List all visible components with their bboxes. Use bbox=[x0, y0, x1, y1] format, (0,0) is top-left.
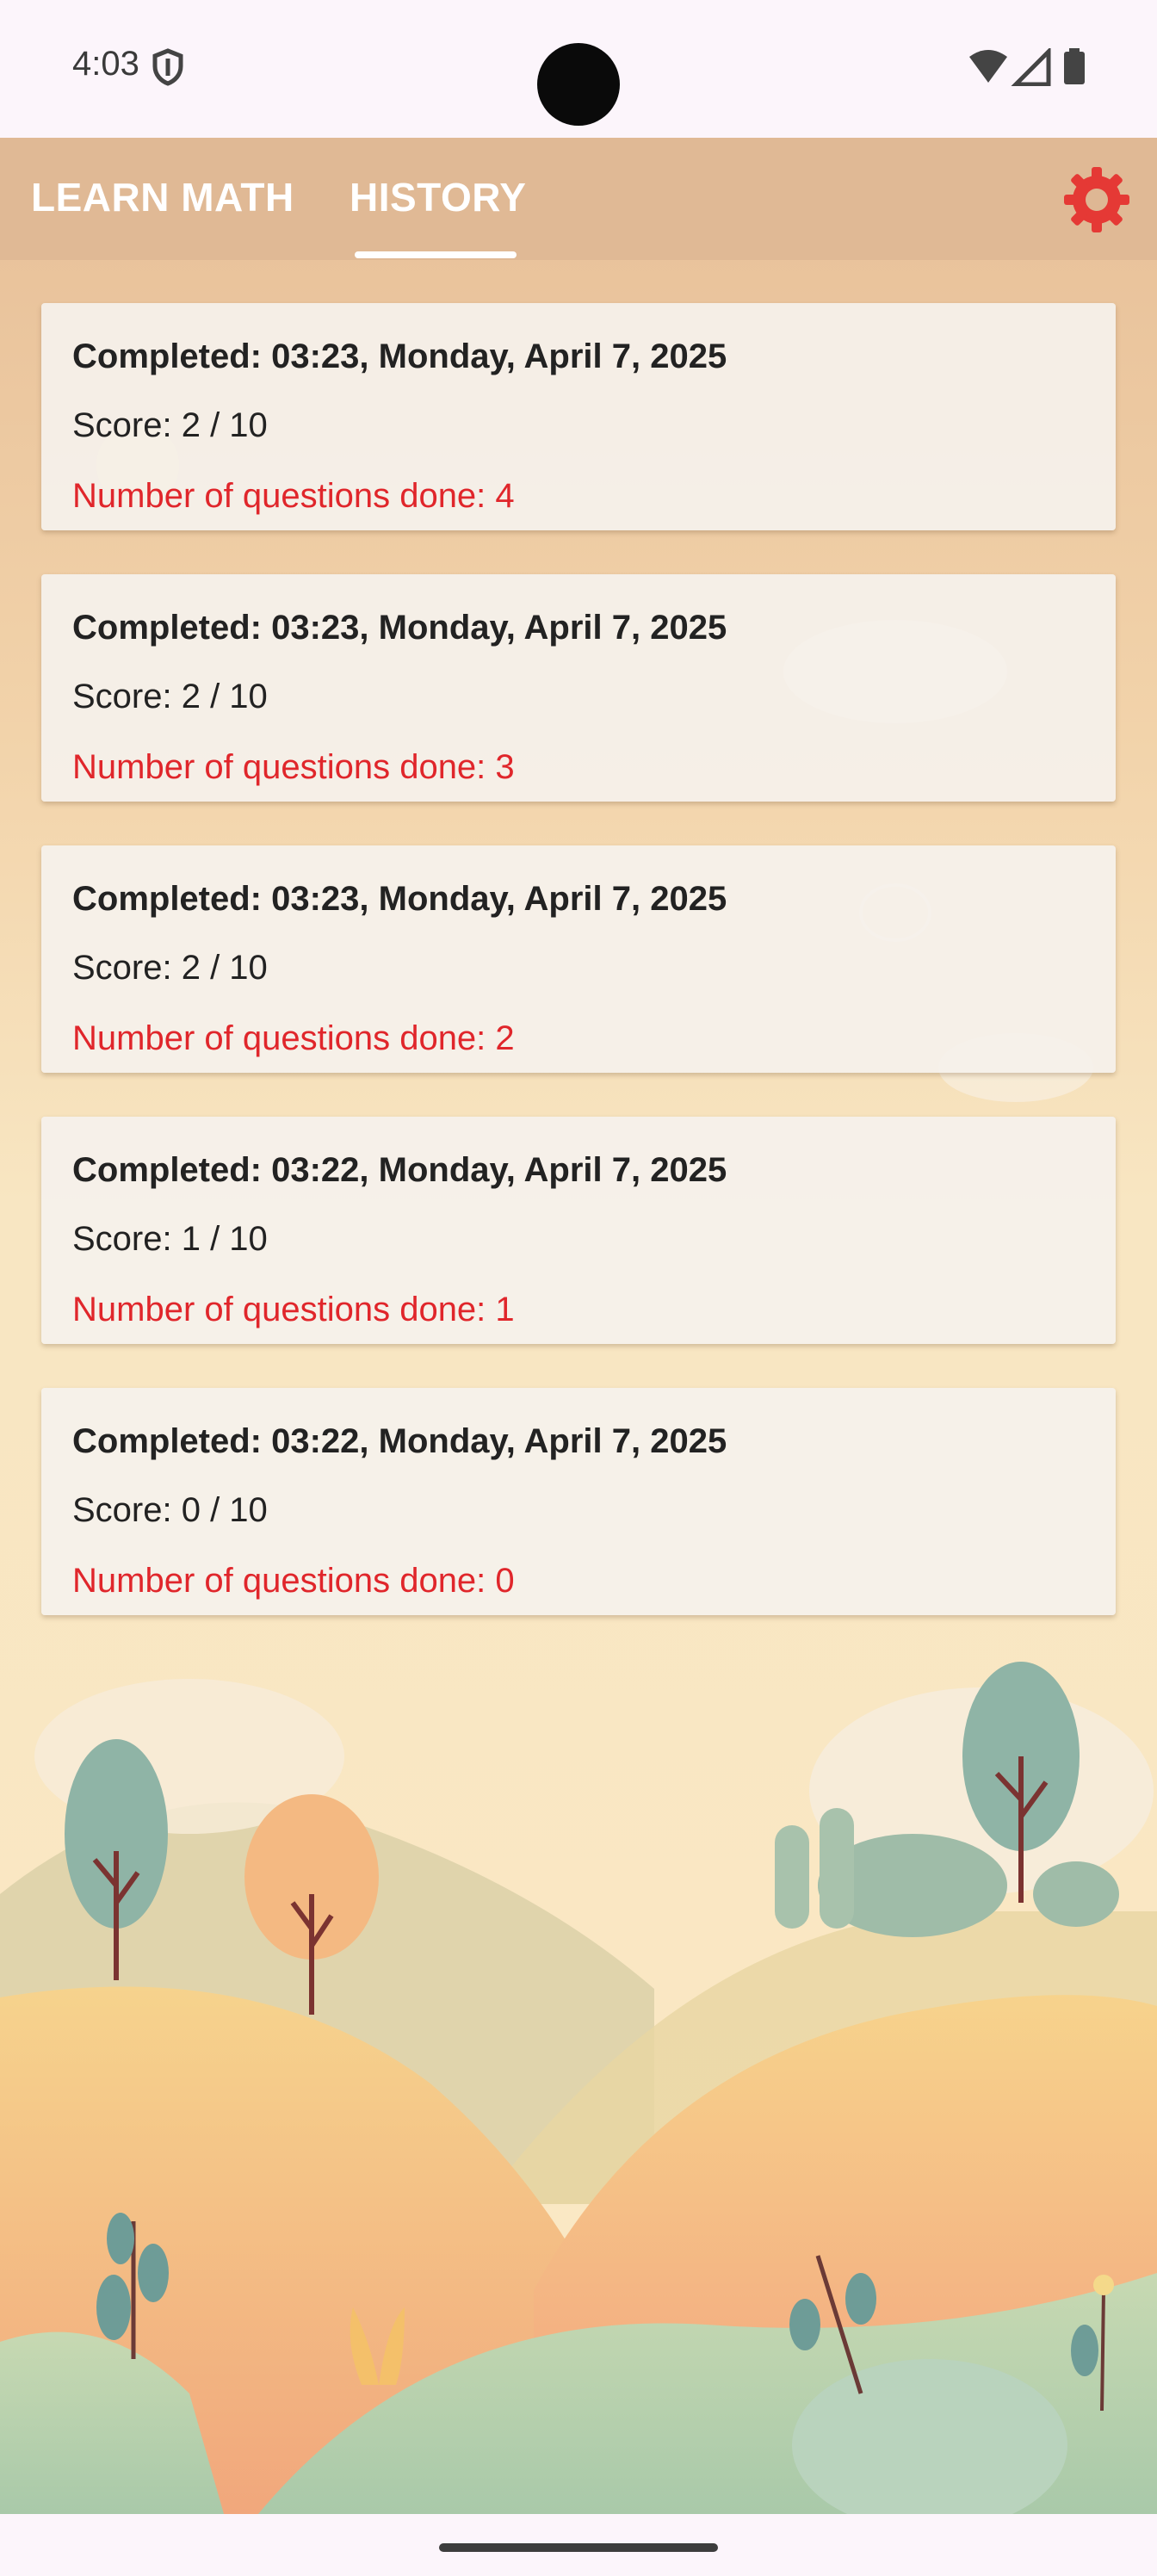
wifi-icon bbox=[969, 50, 1007, 83]
tab-history[interactable]: HISTORY bbox=[350, 174, 526, 220]
questions-done-text: Number of questions done: 1 bbox=[72, 1291, 515, 1328]
history-card[interactable]: Completed: 03:23, Monday, April 7, 2025 … bbox=[41, 574, 1116, 802]
history-card[interactable]: Completed: 03:23, Monday, April 7, 2025 … bbox=[41, 303, 1116, 530]
system-status-icons bbox=[969, 48, 1085, 86]
history-card[interactable]: Completed: 03:23, Monday, April 7, 2025 … bbox=[41, 845, 1116, 1073]
completed-time: Completed: 03:23, Monday, April 7, 2025 bbox=[72, 609, 727, 647]
completed-time: Completed: 03:22, Monday, April 7, 2025 bbox=[72, 1422, 727, 1460]
questions-done-text: Number of questions done: 4 bbox=[72, 477, 515, 515]
status-bar: 4:03 bbox=[0, 0, 1157, 138]
front-camera bbox=[537, 43, 620, 126]
completed-time: Completed: 03:22, Monday, April 7, 2025 bbox=[72, 1151, 727, 1189]
questions-done-text: Number of questions done: 2 bbox=[72, 1019, 515, 1057]
navigation-bar bbox=[0, 2514, 1157, 2576]
score-text: Score: 0 / 10 bbox=[72, 1491, 268, 1529]
tab-selected-indicator bbox=[355, 251, 517, 258]
questions-done-text: Number of questions done: 0 bbox=[72, 1562, 515, 1600]
completed-time: Completed: 03:23, Monday, April 7, 2025 bbox=[72, 337, 727, 375]
cell-signal-icon bbox=[1011, 48, 1051, 86]
shield-icon bbox=[152, 48, 183, 86]
home-gesture-handle[interactable] bbox=[439, 2543, 718, 2552]
completed-time: Completed: 03:23, Monday, April 7, 2025 bbox=[72, 880, 727, 918]
history-card[interactable]: Completed: 03:22, Monday, April 7, 2025 … bbox=[41, 1117, 1116, 1344]
status-time: 4:03 bbox=[72, 45, 139, 83]
score-text: Score: 2 / 10 bbox=[72, 406, 268, 444]
score-text: Score: 1 / 10 bbox=[72, 1220, 268, 1258]
top-tab-bar: LEARN MATH HISTORY bbox=[0, 138, 1157, 260]
score-text: Score: 2 / 10 bbox=[72, 678, 268, 715]
battery-icon bbox=[1064, 48, 1085, 84]
app-content[interactable]: LEARN MATH HISTORY Completed: 03:23, Mon… bbox=[0, 138, 1157, 2514]
gear-icon[interactable] bbox=[1061, 164, 1133, 236]
score-text: Score: 2 / 10 bbox=[72, 949, 268, 987]
history-card[interactable]: Completed: 03:22, Monday, April 7, 2025 … bbox=[41, 1388, 1116, 1615]
tab-learn-math[interactable]: LEARN MATH bbox=[31, 174, 294, 220]
questions-done-text: Number of questions done: 3 bbox=[72, 748, 515, 786]
